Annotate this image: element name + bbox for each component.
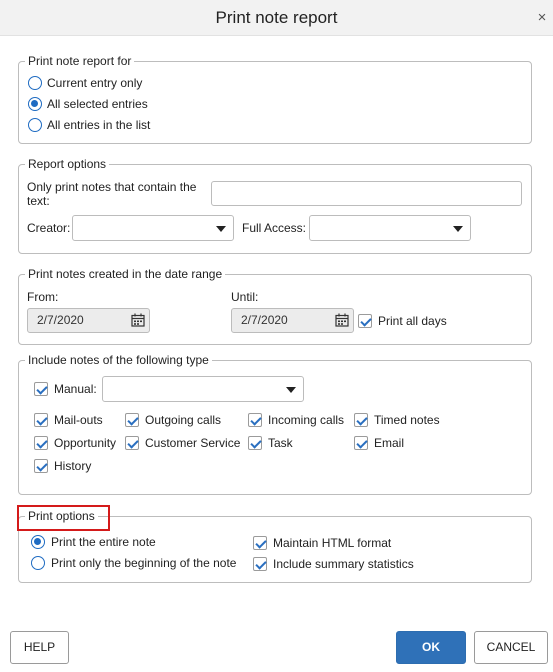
incoming-calls-label: Incoming calls bbox=[268, 413, 345, 427]
mail-outs-checkbox[interactable] bbox=[34, 413, 48, 427]
dialog-title: Print note report bbox=[215, 8, 338, 27]
opportunity-label: Opportunity bbox=[54, 436, 117, 450]
ok-button[interactable]: OK bbox=[396, 631, 466, 664]
note-types-legend: Include notes of the following type bbox=[28, 353, 209, 367]
close-icon[interactable]: × bbox=[534, 9, 550, 27]
summary-stats-checkbox[interactable] bbox=[253, 557, 267, 571]
cancel-button[interactable]: CANCEL bbox=[474, 631, 548, 664]
mail-outs-label: Mail-outs bbox=[54, 413, 103, 427]
contains-text-label-line1: Only print notes that contain the bbox=[27, 180, 197, 194]
from-date-field[interactable]: 2/7/2020 bbox=[27, 308, 150, 333]
customer-service-label: Customer Service bbox=[145, 436, 241, 450]
print-all-days-checkbox[interactable] bbox=[358, 314, 372, 328]
help-button[interactable]: HELP bbox=[10, 631, 69, 664]
beginning-only-radio[interactable] bbox=[31, 556, 45, 570]
chevron-down-icon bbox=[286, 387, 296, 393]
contains-text-label-line2: text: bbox=[27, 194, 50, 208]
beginning-only-label: Print only the beginning of the note bbox=[51, 556, 237, 570]
all-selected-entries-radio[interactable] bbox=[28, 97, 42, 111]
until-date-value: 2/7/2020 bbox=[241, 313, 288, 327]
creator-select[interactable] bbox=[72, 215, 234, 241]
incoming-calls-checkbox[interactable] bbox=[248, 413, 262, 427]
chevron-down-icon bbox=[453, 226, 463, 232]
from-date-value: 2/7/2020 bbox=[37, 313, 84, 327]
manual-checkbox[interactable] bbox=[34, 382, 48, 396]
manual-label: Manual: bbox=[54, 382, 97, 396]
report-options-legend: Report options bbox=[28, 157, 107, 171]
timed-notes-label: Timed notes bbox=[374, 413, 440, 427]
from-label: From: bbox=[27, 290, 59, 304]
manual-select[interactable] bbox=[102, 376, 304, 402]
calendar-icon[interactable] bbox=[335, 313, 349, 327]
all-entries-label: All entries in the list bbox=[47, 118, 151, 132]
highlight-box bbox=[17, 505, 110, 531]
html-format-checkbox[interactable] bbox=[253, 536, 267, 550]
until-label: Until: bbox=[231, 290, 259, 304]
chevron-down-icon bbox=[216, 226, 226, 232]
print-all-days-label: Print all days bbox=[378, 314, 447, 328]
full-access-label: Full Access: bbox=[242, 221, 307, 235]
timed-notes-checkbox[interactable] bbox=[354, 413, 368, 427]
html-format-label: Maintain HTML format bbox=[273, 536, 392, 550]
all-entries-radio[interactable] bbox=[28, 118, 42, 132]
email-checkbox[interactable] bbox=[354, 436, 368, 450]
full-access-select[interactable] bbox=[309, 215, 471, 241]
creator-label: Creator: bbox=[27, 221, 71, 235]
email-label: Email bbox=[374, 436, 405, 450]
entire-note-label: Print the entire note bbox=[51, 535, 156, 549]
until-date-field[interactable]: 2/7/2020 bbox=[231, 308, 354, 333]
current-entry-label: Current entry only bbox=[47, 76, 143, 90]
outgoing-calls-label: Outgoing calls bbox=[145, 413, 222, 427]
date-range-legend: Print notes created in the date range bbox=[28, 267, 223, 281]
all-selected-entries-label: All selected entries bbox=[47, 97, 148, 111]
customer-service-checkbox[interactable] bbox=[125, 436, 139, 450]
task-checkbox[interactable] bbox=[248, 436, 262, 450]
calendar-icon[interactable] bbox=[131, 313, 145, 327]
entire-note-radio[interactable] bbox=[31, 535, 45, 549]
date-range-group: Print notes created in the date range bbox=[18, 267, 532, 345]
summary-stats-label: Include summary statistics bbox=[273, 557, 414, 571]
outgoing-calls-checkbox[interactable] bbox=[125, 413, 139, 427]
task-label: Task bbox=[268, 436, 293, 450]
history-checkbox[interactable] bbox=[34, 459, 48, 473]
opportunity-checkbox[interactable] bbox=[34, 436, 48, 450]
history-label: History bbox=[54, 459, 92, 473]
report-for-legend: Print note report for bbox=[28, 54, 132, 68]
contains-text-input[interactable] bbox=[211, 181, 522, 206]
current-entry-radio[interactable] bbox=[28, 76, 42, 90]
